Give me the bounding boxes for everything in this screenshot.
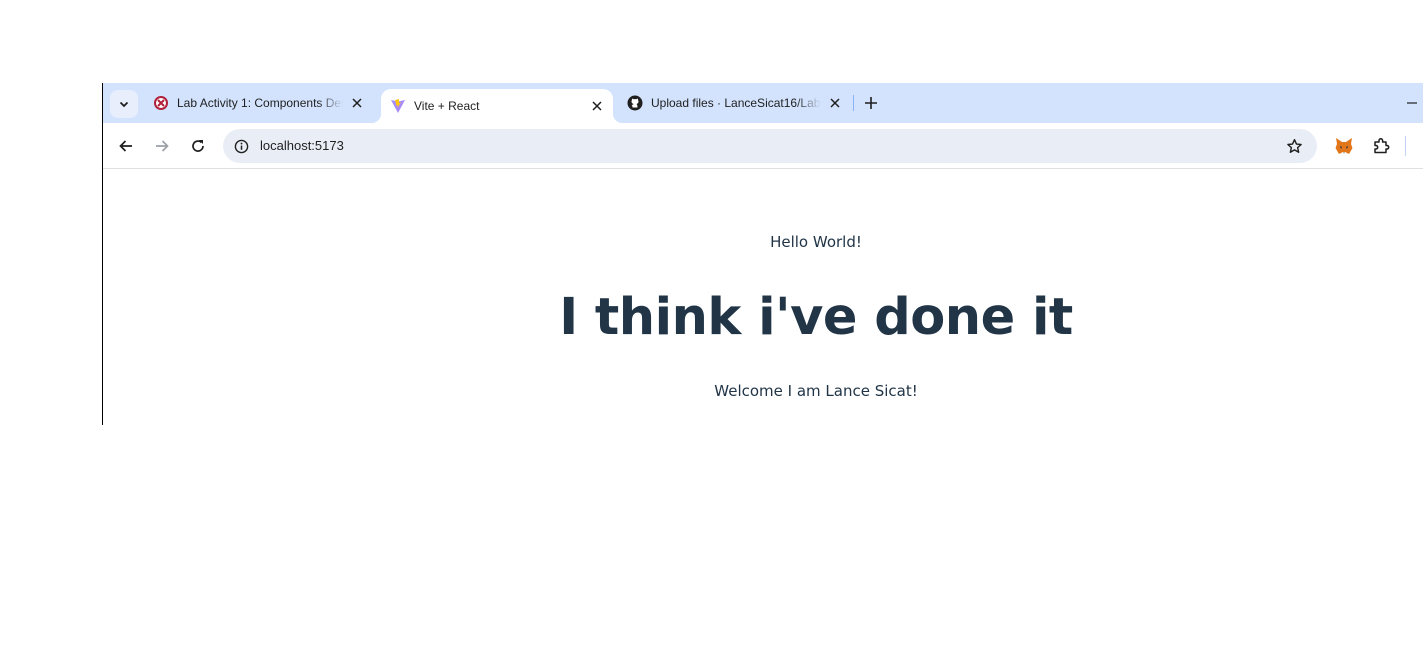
tab-strip: Lab Activity 1: Components Der Vite + Re… [103,83,1423,123]
tab-title: Vite + React [414,99,480,113]
close-icon[interactable] [827,95,843,111]
tab-search-button[interactable] [110,90,138,118]
bookmark-star-icon[interactable] [1285,137,1303,155]
close-icon[interactable] [349,95,365,111]
tab-vite-react[interactable]: Vite + React [371,89,623,123]
tab-lab-activity[interactable]: Lab Activity 1: Components Der [145,83,375,123]
toolbar-divider [1405,136,1406,156]
metamask-extension-icon[interactable] [1334,136,1354,156]
browser-toolbar: localhost:5173 [103,123,1423,169]
github-icon [627,95,643,111]
new-tab-button[interactable] [861,93,881,113]
chevron-down-icon [119,101,129,108]
welcome-text: Welcome I am Lance Sicat! [714,382,918,400]
minimize-icon [1407,102,1417,104]
arrow-right-icon [156,140,169,152]
page-headline: I think i've done it [559,288,1073,347]
address-bar[interactable]: localhost:5173 [223,129,1317,163]
arrow-left-icon [119,140,132,152]
url-text[interactable]: localhost:5173 [260,138,344,154]
tab-separator [853,95,854,111]
vite-icon [390,98,406,114]
hello-text: Hello World! [770,233,862,251]
extensions-puzzle-icon[interactable] [1371,136,1391,156]
minimize-button[interactable] [1405,93,1419,113]
school-logo-icon [153,95,169,111]
browser-window: Lab Activity 1: Components Der Vite + Re… [102,83,1423,425]
tab-github-upload[interactable]: Upload files · LanceSicat16/Lab- [621,83,851,123]
reload-button[interactable] [188,136,208,156]
forward-button[interactable] [152,136,172,156]
plus-icon [865,97,877,109]
tab-title: Upload files · LanceSicat16/Lab- [651,96,821,110]
close-icon[interactable] [589,98,605,114]
page-content: Hello World! I think i've done it Welcom… [103,170,1423,425]
back-button[interactable] [116,136,136,156]
site-info-icon[interactable] [233,138,249,154]
tab-title: Lab Activity 1: Components Der [177,96,343,110]
reload-icon [192,140,204,152]
